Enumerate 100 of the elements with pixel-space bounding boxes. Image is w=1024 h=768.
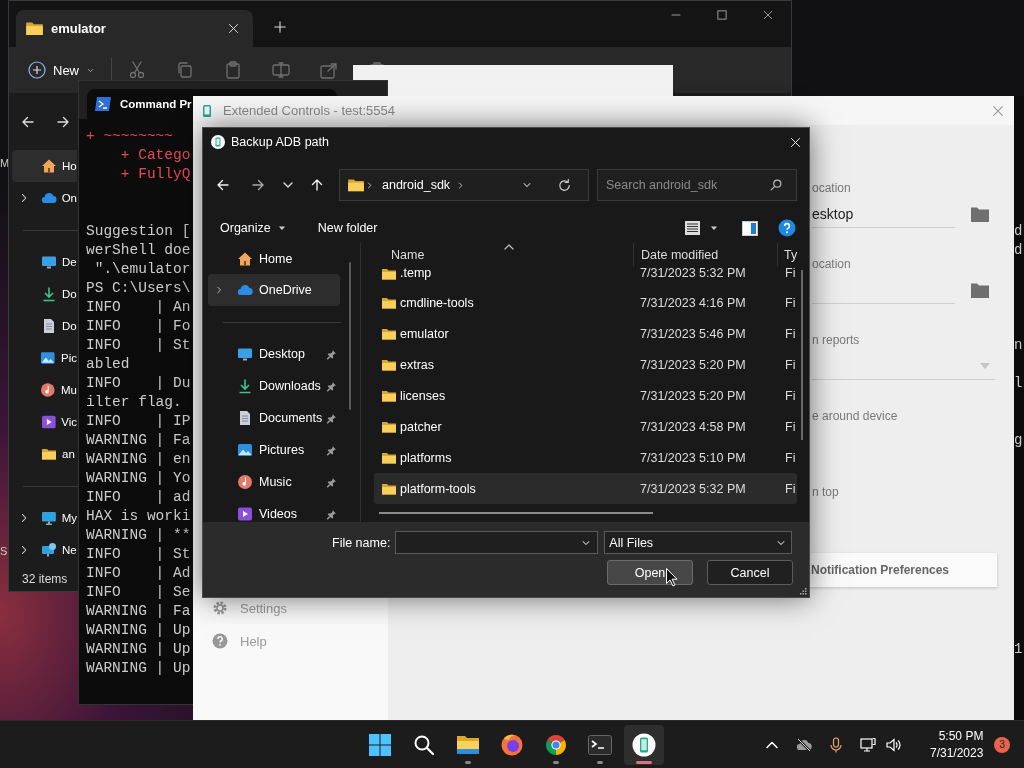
sidebar-item[interactable]: Pic	[12, 342, 77, 374]
phone-app-icon	[632, 732, 656, 757]
file-name: emulator	[400, 326, 450, 341]
file-type: Fi	[784, 388, 796, 403]
sidebar-item[interactable]: Ho	[12, 150, 77, 182]
back-arrow-icon[interactable]	[215, 177, 231, 193]
sidebar-item[interactable]: an	[12, 438, 77, 470]
sidebar-item[interactable]: Mu	[12, 374, 77, 406]
terminal-line: ".\emulator	[93, 260, 191, 279]
nav-item[interactable]: Home	[208, 243, 340, 274]
terminal-line: WARNING | Yo	[86, 469, 191, 488]
terminal-line: WARNING | Up	[86, 621, 191, 640]
sidebar-item[interactable]: Ne	[12, 534, 77, 566]
file-row[interactable]: emulator 7/31/2023 5:46 PM Fi	[374, 318, 797, 349]
file-row[interactable]: licenses 7/31/2023 5:20 PM Fi	[374, 380, 797, 411]
breadcrumb-item[interactable]: android_sdk	[382, 178, 451, 192]
terminal-line: abled	[86, 355, 130, 374]
scrollbar[interactable]	[801, 270, 803, 440]
video-icon	[237, 506, 253, 522]
terminal-line: INFO | Fo	[86, 317, 191, 336]
file-row[interactable]: platform-tools 7/31/2023 5:32 PM Fi	[374, 473, 797, 504]
sidebar-item[interactable]: Do	[12, 310, 77, 342]
rename-icon[interactable]	[271, 60, 291, 80]
nav-item[interactable]: Downloads	[208, 370, 340, 402]
taskbar-button[interactable]	[624, 724, 664, 765]
list-view-icon[interactable]	[684, 220, 701, 236]
close-icon[interactable]	[789, 135, 802, 149]
chevron-right-icon	[365, 180, 374, 190]
music-note-icon	[237, 474, 253, 490]
desktop-label: S	[0, 544, 8, 558]
sidebar-item[interactable]: My	[12, 502, 77, 534]
start-icon	[369, 733, 391, 756]
address-bar[interactable]: android_sdk	[339, 169, 589, 201]
preview-pane-icon[interactable]	[742, 220, 758, 236]
search-field[interactable]: Search android_sdk	[597, 169, 797, 201]
file-row[interactable]: patcher 7/31/2023 4:58 PM Fi	[374, 411, 797, 442]
sidebar-item[interactable]: De	[12, 246, 77, 278]
share-icon[interactable]	[319, 60, 339, 80]
file-row[interactable]: platforms 7/31/2023 5:10 PM Fi	[374, 442, 797, 473]
folder-icon[interactable]	[970, 205, 990, 223]
folder-icon	[347, 176, 365, 194]
refresh-icon[interactable]	[557, 177, 572, 193]
folder-icon	[381, 266, 397, 282]
forward-arrow-icon[interactable]	[250, 177, 266, 193]
file-type-dropdown[interactable]: All Files	[604, 531, 793, 554]
terminal-line: INFO | Se	[86, 583, 191, 602]
nav-item[interactable]: Documents	[208, 402, 340, 434]
new-folder-button[interactable]: New folder	[317, 221, 378, 235]
mouse-cursor-icon	[666, 568, 678, 587]
terminal-line: INFO | IP	[86, 412, 191, 431]
scrollbar[interactable]	[349, 262, 351, 410]
new-tab-icon[interactable]	[273, 20, 287, 34]
file-name: .temp	[400, 266, 433, 280]
column-header[interactable]: Ty	[777, 243, 798, 266]
picture-icon	[40, 350, 56, 366]
nav-item[interactable]: OneDrive	[208, 274, 340, 306]
file-date: 7/31/2023 4:58 PM	[639, 419, 747, 434]
file-row[interactable]: .temp 7/31/2023 5:32 PM Fi	[374, 266, 797, 287]
clock-time[interactable]: 5:50 PM	[938, 727, 984, 745]
nav-item[interactable]: Music	[208, 466, 340, 498]
clock-date[interactable]: 7/31/2023	[930, 744, 984, 762]
browser-icon	[500, 732, 524, 757]
notification-badge[interactable]: 3	[994, 736, 1011, 753]
scissors-icon[interactable]	[127, 60, 147, 80]
folder-icon[interactable]	[970, 281, 990, 299]
column-header[interactable]: Date modified	[633, 243, 777, 266]
up-arrow-icon[interactable]	[309, 177, 325, 193]
column-header[interactable]: Name	[361, 243, 633, 266]
new-button[interactable]: New	[28, 61, 95, 79]
sidebar-item[interactable]: Vic	[12, 406, 77, 438]
terminal-line: WARNING | **	[86, 526, 191, 545]
file-name: patcher	[400, 419, 443, 434]
organize-button[interactable]: Organize	[220, 221, 287, 235]
file-type: Fi	[784, 419, 796, 434]
terminal-line: HAX is worki	[86, 507, 191, 526]
help-icon[interactable]	[778, 219, 796, 237]
clipboard-icon[interactable]	[223, 60, 243, 80]
file-row[interactable]: cmdline-tools 7/31/2023 4:16 PM Fi	[374, 287, 797, 318]
file-type: Fi	[784, 357, 796, 372]
tab[interactable]: emulator	[16, 10, 253, 47]
file-name-field[interactable]	[395, 531, 599, 554]
text-field[interactable]: esktop	[812, 200, 955, 228]
folder-icon	[456, 733, 480, 756]
close-icon[interactable]	[227, 22, 240, 35]
file-date: 7/31/2023 5:46 PM	[639, 326, 747, 341]
speaker-icon[interactable]	[885, 736, 901, 753]
file-date: 7/31/2023 5:32 PM	[639, 266, 747, 280]
nav-item[interactable]: Pictures	[208, 434, 340, 466]
dialog-button[interactable]: Open	[607, 560, 693, 585]
video-icon	[40, 414, 57, 430]
nav-item[interactable]: Desktop	[208, 338, 340, 370]
cloud-off-icon[interactable]	[796, 736, 812, 753]
nav-item[interactable]: Videos	[208, 498, 340, 522]
sidebar-item[interactable]: On	[12, 182, 77, 214]
network-icon[interactable]	[860, 736, 876, 753]
microphone-icon[interactable]	[828, 736, 844, 753]
scrollbar[interactable]	[379, 512, 653, 514]
sidebar-item[interactable]: Do	[12, 278, 77, 310]
file-row[interactable]: extras 7/31/2023 5:20 PM Fi	[374, 349, 797, 380]
dialog-button[interactable]: Cancel	[707, 560, 793, 585]
